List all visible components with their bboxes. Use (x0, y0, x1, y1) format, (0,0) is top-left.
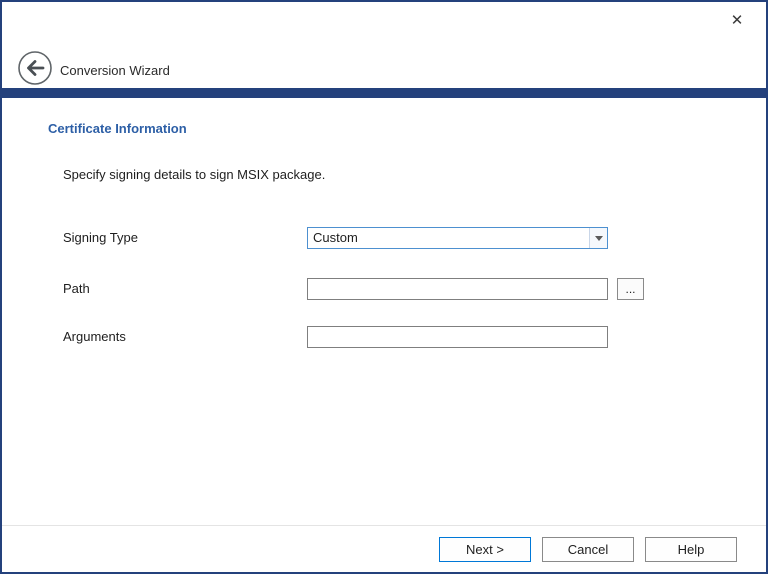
signing-type-row: Signing Type Custom (2, 227, 766, 249)
header-accent-band (2, 88, 766, 98)
path-label: Path (63, 281, 90, 296)
arguments-row: Arguments (2, 326, 766, 348)
chevron-down-icon (595, 236, 603, 241)
signing-type-value: Custom (308, 228, 589, 248)
browse-button[interactable]: ... (617, 278, 644, 300)
path-input[interactable] (307, 278, 608, 300)
arguments-label: Arguments (63, 329, 126, 344)
wizard-header: Conversion Wizard (2, 2, 766, 88)
arguments-input[interactable] (307, 326, 608, 348)
signing-type-label: Signing Type (63, 230, 138, 245)
signing-type-dropdown-button[interactable] (589, 228, 607, 248)
back-button[interactable] (17, 50, 53, 86)
back-arrow-icon (17, 50, 53, 86)
next-button[interactable]: Next > (439, 537, 531, 562)
section-title: Certificate Information (48, 121, 187, 136)
signing-type-combobox[interactable]: Custom (307, 227, 608, 249)
footer-button-bar: Next > Cancel Help (2, 525, 766, 572)
wizard-title: Conversion Wizard (60, 63, 170, 78)
conversion-wizard-dialog: ✕ Conversion Wizard Certificate Informat… (0, 0, 768, 574)
help-button[interactable]: Help (645, 537, 737, 562)
cancel-button[interactable]: Cancel (542, 537, 634, 562)
path-row: Path ... (2, 278, 766, 300)
section-description: Specify signing details to sign MSIX pac… (63, 167, 325, 182)
